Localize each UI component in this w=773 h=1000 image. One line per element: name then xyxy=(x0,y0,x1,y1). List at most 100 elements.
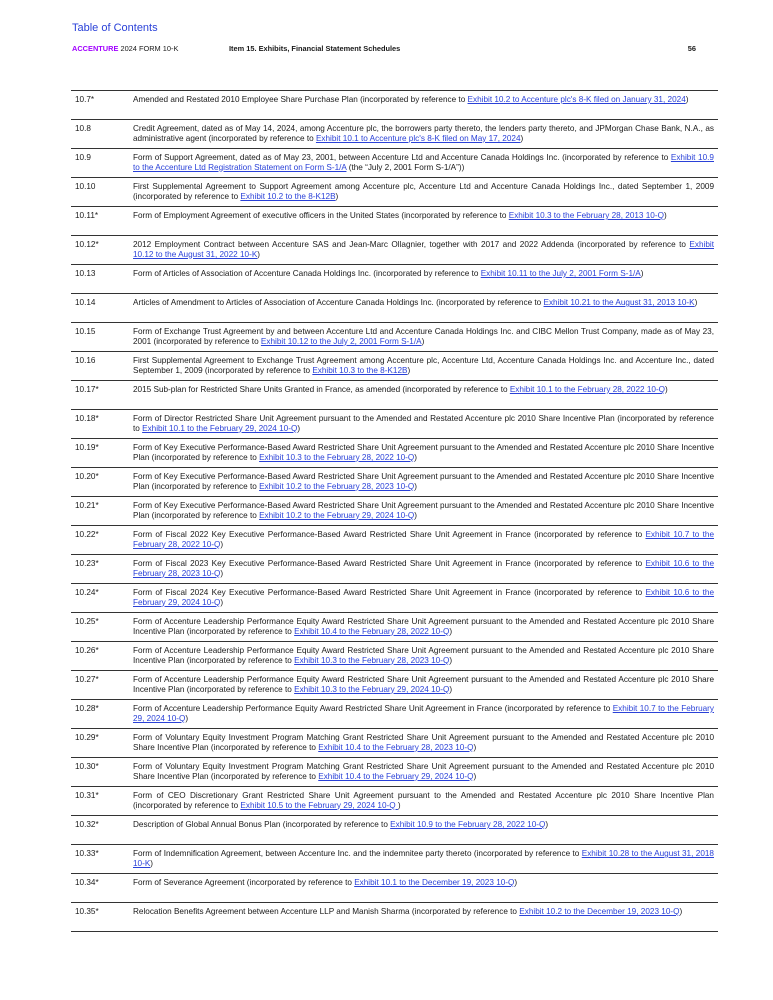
exhibit-number: 10.17* xyxy=(75,385,99,394)
exhibit-reference-link[interactable]: Exhibit 10.11 to the July 2, 2001 Form S… xyxy=(481,269,641,278)
exhibit-reference-link[interactable]: Exhibit 10.4 to the February 28, 2022 10… xyxy=(294,627,449,636)
exhibit-text-after: ) xyxy=(473,742,477,752)
exhibit-text: 2015 Sub-plan for Restricted Share Units… xyxy=(133,385,510,394)
exhibit-text-after: ) xyxy=(407,365,411,375)
exhibit-text-after: ) xyxy=(663,211,667,220)
exhibit-row: 10.17* 2015 Sub-plan for Restricted Share… xyxy=(71,381,718,410)
exhibit-text-after: ) xyxy=(335,191,339,201)
exhibit-description: Form of Support Agreement, dated as of M… xyxy=(133,149,718,177)
exhibit-reference-link[interactable]: Exhibit 10.21 to the August 31, 2013 10-… xyxy=(544,298,695,307)
exhibit-number: 10.20* xyxy=(75,472,99,481)
exhibit-number: 10.8 xyxy=(75,124,91,133)
exhibit-row: 10.26* Form of Accenture Leadership Perfo… xyxy=(71,642,718,671)
exhibit-text: Articles of Amendment to Articles of Ass… xyxy=(133,298,544,307)
exhibit-text: Form of Employment Agreement of executiv… xyxy=(133,211,509,220)
exhibit-description: Form of Accenture Leadership Performance… xyxy=(133,613,718,641)
exhibit-description: Form of Severance Agreement (incorporate… xyxy=(133,874,718,902)
exhibit-description: Amended and Restated 2010 Employee Share… xyxy=(133,91,718,119)
exhibit-reference-link[interactable]: Exhibit 10.3 to the February 28, 2023 10… xyxy=(294,656,449,665)
exhibit-reference-link[interactable]: Exhibit 10.3 to the February 29, 2024 10… xyxy=(294,685,449,694)
exhibit-text-after: ) xyxy=(449,684,453,694)
exhibit-number: 10.26* xyxy=(75,646,99,655)
exhibit-description: Form of Voluntary Equity Investment Prog… xyxy=(133,758,718,786)
exhibit-reference-link[interactable]: Exhibit 10.2 to the 8-K12B xyxy=(240,192,335,201)
exhibit-description: Form of Articles of Association of Accen… xyxy=(133,265,718,293)
exhibit-row: 10.19* Form of Key Executive Performance-… xyxy=(71,439,718,468)
exhibit-reference-link[interactable]: Exhibit 10.5 to the February 29, 2024 10… xyxy=(240,801,397,810)
exhibit-number: 10.29* xyxy=(75,733,99,742)
exhibit-text: Relocation Benefits Agreement between Ac… xyxy=(133,907,520,916)
exhibit-number: 10.11* xyxy=(75,211,99,220)
exhibit-reference-link[interactable]: Exhibit 10.2 to the February 29, 2024 10… xyxy=(259,511,414,520)
exhibit-number: 10.16 xyxy=(75,356,96,365)
exhibit-row: 10.27* Form of Accenture Leadership Perfo… xyxy=(71,671,718,700)
exhibit-reference-link[interactable]: Exhibit 10.1 to the February 29, 2024 10… xyxy=(142,424,297,433)
exhibit-row: 10.11* Form of Employment Agreement of ex… xyxy=(71,207,718,236)
exhibit-text-after: ) xyxy=(397,800,401,810)
exhibit-row: 10.21* Form of Key Executive Performance-… xyxy=(71,497,718,526)
exhibit-text: Form of Support Agreement, dated as of M… xyxy=(133,153,671,162)
exhibit-description: Form of Accenture Leadership Performance… xyxy=(133,700,718,728)
exhibit-number: 10.19* xyxy=(75,443,99,452)
exhibit-description: Form of Voluntary Equity Investment Prog… xyxy=(133,729,718,757)
exhibit-description: Form of Exchange Trust Agreement by and … xyxy=(133,323,718,351)
exhibit-description: Form of Accenture Leadership Performance… xyxy=(133,642,718,670)
exhibit-description: 2012 Employment Contract between Accentu… xyxy=(133,236,718,264)
exhibit-number: 10.7* xyxy=(75,95,95,104)
exhibit-reference-link[interactable]: Exhibit 10.4 to the February 28, 2023 10… xyxy=(318,743,473,752)
exhibit-description: Form of CEO Discretionary Grant Restrict… xyxy=(133,787,718,815)
exhibit-description: Form of Key Executive Performance-Based … xyxy=(133,468,718,496)
exhibit-text: Form of Key Executive Performance-Based … xyxy=(133,443,714,462)
table-of-contents-link[interactable]: Table of Contents xyxy=(72,22,158,34)
exhibit-number: 10.30* xyxy=(75,762,99,771)
exhibit-row: 10.14 Articles of Amendment to Articles o… xyxy=(71,294,718,323)
exhibit-reference-link[interactable]: Exhibit 10.12 to the July 2, 2001 Form S… xyxy=(261,337,422,346)
exhibit-description: Form of Fiscal 2022 Key Executive Perfor… xyxy=(133,526,718,554)
exhibit-description: Form of Employment Agreement of executiv… xyxy=(133,207,718,235)
exhibit-text-after: ) xyxy=(520,133,524,143)
exhibit-row: 10.20* Form of Key Executive Performance-… xyxy=(71,468,718,497)
exhibit-description: First Supplemental Agreement to Support … xyxy=(133,178,718,206)
exhibit-text-after: ) xyxy=(220,597,224,607)
exhibit-reference-link[interactable]: Exhibit 10.2 to the December 19, 2023 10… xyxy=(519,907,679,916)
exhibit-text-after: ) xyxy=(640,269,644,278)
exhibit-number: 10.34* xyxy=(75,878,99,887)
exhibit-text-after: ) xyxy=(449,626,453,636)
exhibit-reference-link[interactable]: Exhibit 10.3 to the 8-K12B xyxy=(312,366,407,375)
exhibit-text: Amended and Restated 2010 Employee Share… xyxy=(133,95,468,104)
exhibit-row: 10.15 Form of Exchange Trust Agreement by… xyxy=(71,323,718,352)
exhibit-number: 10.35* xyxy=(75,907,99,916)
exhibit-text-after: ) xyxy=(514,878,518,887)
exhibit-row: 10.25* Form of Accenture Leadership Perfo… xyxy=(71,613,718,642)
exhibit-description: Form of Fiscal 2023 Key Executive Perfor… xyxy=(133,555,718,583)
exhibit-description: Form of Indemnification Agreement, betwe… xyxy=(133,845,718,873)
exhibit-number: 10.12* xyxy=(75,240,99,249)
exhibit-row: 10.18* Form of Director Restricted Share … xyxy=(71,410,718,439)
exhibit-reference-link[interactable]: Exhibit 10.3 to the February 28, 2022 10… xyxy=(259,453,414,462)
exhibit-description: Form of Fiscal 2024 Key Executive Perfor… xyxy=(133,584,718,612)
exhibit-number: 10.9 xyxy=(75,153,91,162)
exhibit-text: Form of Fiscal 2023 Key Executive Perfor… xyxy=(133,559,646,568)
exhibit-row: 10.33* Form of Indemnification Agreement,… xyxy=(71,845,718,874)
page-header: ACCENTURE 2024 FORM 10-K Item 15. Exhibi… xyxy=(72,44,696,56)
exhibit-reference-link[interactable]: Exhibit 10.4 to the February 29, 2024 10… xyxy=(318,772,473,781)
exhibit-number: 10.33* xyxy=(75,849,99,858)
exhibit-row: 10.16 First Supplemental Agreement to Exc… xyxy=(71,352,718,381)
exhibit-description: Credit Agreement, dated as of May 14, 20… xyxy=(133,120,718,148)
exhibit-reference-link[interactable]: Exhibit 10.3 to the February 28, 2013 10… xyxy=(509,211,664,220)
exhibit-row: 10.31* Form of CEO Discretionary Grant Re… xyxy=(71,787,718,816)
exhibit-reference-link[interactable]: Exhibit 10.1 to the December 19, 2023 10… xyxy=(354,878,514,887)
exhibit-number: 10.27* xyxy=(75,675,99,684)
exhibit-text-after: ) xyxy=(449,655,453,665)
exhibit-text: Description of Global Annual Bonus Plan … xyxy=(133,820,391,829)
exhibit-reference-link[interactable]: Exhibit 10.2 to the February 28, 2023 10… xyxy=(259,482,414,491)
exhibit-reference-link[interactable]: Exhibit 10.1 to the February 28, 2022 10… xyxy=(510,385,665,394)
exhibit-text-after: ) xyxy=(220,568,224,578)
exhibit-text-after: ) xyxy=(694,298,698,307)
exhibit-number: 10.14 xyxy=(75,298,96,307)
exhibit-row: 10.8 Credit Agreement, dated as of May 14… xyxy=(71,120,718,149)
exhibit-description: Description of Global Annual Bonus Plan … xyxy=(133,816,718,844)
exhibit-reference-link[interactable]: Exhibit 10.9 to the February 28, 2022 10… xyxy=(390,820,545,829)
exhibit-reference-link[interactable]: Exhibit 10.1 to Accenture plc's 8-K file… xyxy=(316,134,521,143)
exhibit-reference-link[interactable]: Exhibit 10.2 to Accenture plc's 8-K file… xyxy=(468,95,686,104)
